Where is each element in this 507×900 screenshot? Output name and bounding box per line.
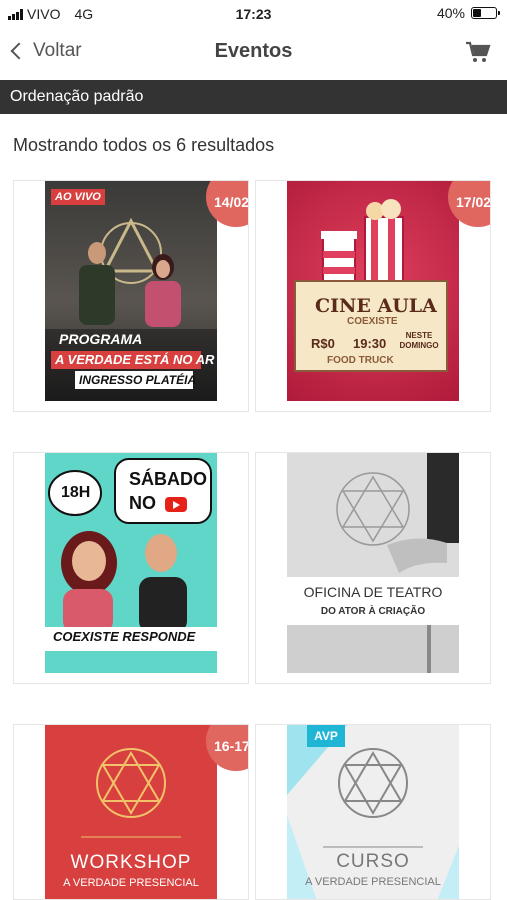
cine-subtitle: COEXISTE: [347, 316, 398, 327]
battery-percent: 40%: [436, 5, 465, 21]
hour-label: 18H: [61, 484, 91, 501]
event-image: WORKSHOP A VERDADE PRESENCIAL: [45, 725, 217, 899]
cine-time: 19:30: [353, 336, 387, 351]
date-badge-text: 14/02: [214, 194, 249, 210]
battery-icon: [471, 7, 500, 19]
workshop-title: WORKSHOP: [70, 852, 192, 873]
event-card-workshop[interactable]: WORKSHOP A VERDADE PRESENCIAL 16-17/: [13, 724, 249, 900]
event-card-cine-aula[interactable]: CINE AULA COEXISTE R$0 19:30 NESTE DOMIN…: [255, 180, 491, 412]
avp-tag: AVP: [307, 725, 345, 747]
event-image: AVP CURSO A VERDADE PRESENCIAL: [287, 725, 459, 899]
event-image: OFICINA DE TEATRO DO ATOR À CRIAÇÃO: [287, 453, 459, 673]
event-card-oficina-teatro[interactable]: OFICINA DE TEATRO DO ATOR À CRIAÇÃO: [255, 452, 491, 684]
cine-title: CINE AULA: [315, 295, 437, 317]
event-image: 18H SÁBADO NO COEXISTE RESPONDE: [45, 453, 217, 673]
event-caption: COEXISTE RESPONDE: [53, 629, 196, 644]
nav-bar: Voltar Eventos: [0, 30, 507, 76]
oficina-title: OFICINA DE TEATRO: [303, 584, 443, 600]
day-label: SÁBADO: [129, 469, 208, 489]
no-label: NO: [129, 493, 156, 513]
event-card-coexiste-responde[interactable]: 18H SÁBADO NO COEXISTE RESPONDE: [13, 452, 249, 684]
results-count: Mostrando todos os 6 resultados: [13, 135, 275, 155]
status-bar: VIVO 4G 17:23 40%: [0, 0, 507, 28]
event-line3: INGRESSO PLATÉIA: [79, 373, 197, 387]
page-title: Eventos: [214, 40, 293, 62]
cine-price: R$0: [311, 336, 335, 351]
event-image: AO VIVO PROGRAMA A VERDADE ESTÁ NO AR IN…: [45, 181, 217, 401]
status-right: 40%: [436, 5, 500, 21]
date-badge-text: 17/02: [456, 194, 491, 210]
workshop-subtitle: A VERDADE PRESENCIAL: [63, 877, 199, 889]
cart-icon[interactable]: [465, 40, 491, 64]
sort-dropdown[interactable]: Ordenação padrão: [0, 80, 507, 114]
event-image: CINE AULA COEXISTE R$0 19:30 NESTE DOMIN…: [287, 181, 459, 401]
event-card-curso[interactable]: AVP CURSO A VERDADE PRESENCIAL: [255, 724, 491, 900]
event-line1: PROGRAMA: [59, 331, 143, 347]
cine-when: NESTE DOMINGO: [399, 331, 439, 350]
curso-title: CURSO: [336, 851, 410, 872]
event-card-programa[interactable]: AO VIVO PROGRAMA A VERDADE ESTÁ NO AR IN…: [13, 180, 249, 412]
oficina-subtitle: DO ATOR À CRIAÇÃO: [320, 606, 426, 617]
curso-subtitle: A VERDADE PRESENCIAL: [305, 876, 441, 888]
date-badge-text: 16-17/: [214, 738, 248, 754]
clock: 17:23: [235, 6, 272, 22]
live-tag: AO VIVO: [51, 189, 105, 205]
event-line2: A VERDADE ESTÁ NO AR: [55, 352, 215, 367]
cine-extra: FOOD TRUCK: [327, 355, 394, 366]
